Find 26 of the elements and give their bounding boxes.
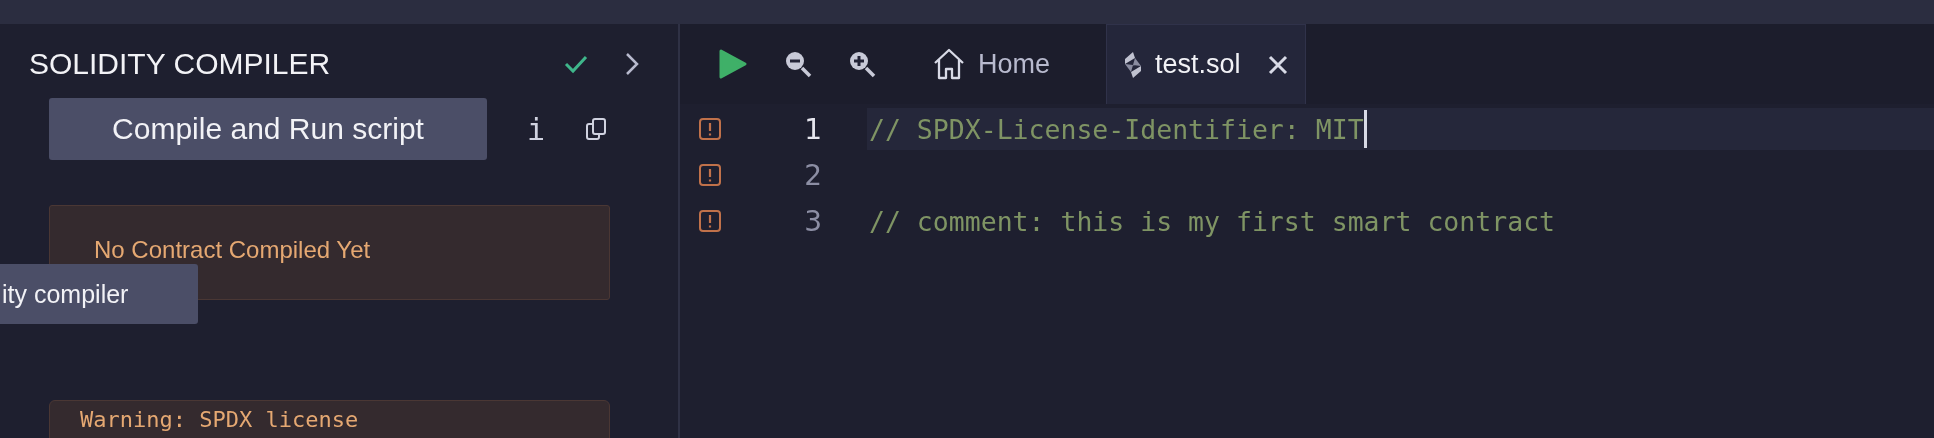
file-icon xyxy=(1123,49,1144,80)
house-icon xyxy=(932,47,966,81)
warning-icon xyxy=(698,209,722,233)
line-number: 3 xyxy=(803,204,822,238)
checkmark-icon xyxy=(563,53,589,75)
line-number: 2 xyxy=(803,158,822,192)
close-icon[interactable] xyxy=(1266,53,1289,76)
line-number: 1 xyxy=(803,112,822,146)
editor-tab[interactable]: Home xyxy=(920,24,1063,104)
play-icon[interactable] xyxy=(718,48,748,80)
warning-icon xyxy=(698,117,722,141)
warning-text: Warning: SPDX license xyxy=(80,407,359,432)
zoom-in-icon[interactable] xyxy=(848,50,876,78)
status-text: No Contract Compiled Yet xyxy=(94,235,371,264)
zoom-out-icon[interactable] xyxy=(784,50,812,78)
code-comment: // comment: this is my first smart contract xyxy=(869,205,1556,237)
info-icon[interactable]: i xyxy=(527,111,546,147)
chevron-right-icon[interactable] xyxy=(625,52,639,76)
code-comment: // SPDX-License-Identifier: MIT xyxy=(869,113,1364,145)
copy-icon[interactable] xyxy=(585,117,608,141)
tooltip: ity compiler xyxy=(0,264,198,324)
panel-title: SOLIDITY COMPILER xyxy=(29,47,331,81)
text-cursor xyxy=(1363,110,1367,148)
compile-button[interactable]: Compile and Run script xyxy=(49,98,487,160)
editor-tab[interactable]: test.sol xyxy=(1106,24,1306,104)
warning-icon xyxy=(698,163,722,187)
